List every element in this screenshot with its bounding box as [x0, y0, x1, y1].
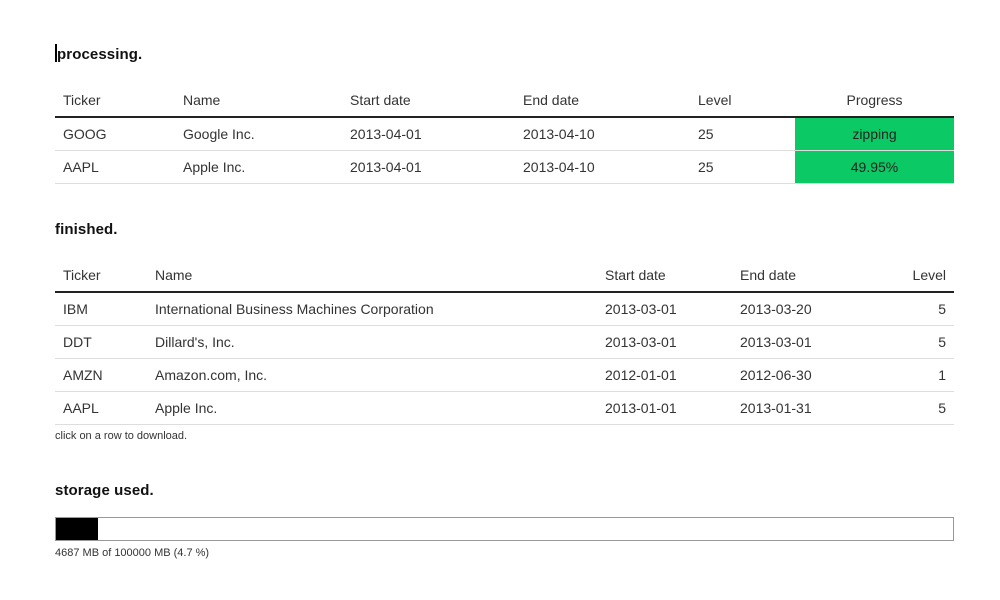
cell-end-date: 2013-03-01: [732, 326, 867, 359]
cell-end-date: 2013-01-31: [732, 392, 867, 425]
cell-name: Google Inc.: [175, 117, 342, 151]
table-row-download[interactable]: DDT Dillard's, Inc. 2013-03-01 2013-03-0…: [55, 326, 954, 359]
processing-heading-label: processing.: [57, 46, 142, 63]
cell-level: 5: [867, 292, 954, 326]
cell-name: Amazon.com, Inc.: [147, 359, 597, 392]
page: processing. Ticker Name Start date End d…: [55, 44, 954, 560]
cell-ticker: AMZN: [55, 359, 147, 392]
finished-heading: finished.: [55, 223, 954, 237]
processing-heading: processing.: [55, 44, 954, 62]
cell-name: Apple Inc.: [147, 392, 597, 425]
storage-caption: 4687 MB of 100000 MB (4.7 %): [55, 547, 954, 560]
finished-header-row: Ticker Name Start date End date Level: [55, 259, 954, 292]
table-row: AAPL Apple Inc. 2013-04-01 2013-04-10 25…: [55, 151, 954, 184]
col-end-date: End date: [732, 259, 867, 292]
cell-start-date: 2012-01-01: [597, 359, 732, 392]
col-level: Level: [690, 84, 795, 117]
cell-start-date: 2013-01-01: [597, 392, 732, 425]
col-progress: Progress: [795, 84, 954, 117]
col-start-date: Start date: [597, 259, 732, 292]
cell-start-date: 2013-03-01: [597, 292, 732, 326]
cell-start-date: 2013-04-01: [342, 117, 515, 151]
storage-progress-bar: [55, 517, 954, 541]
cell-end-date: 2012-06-30: [732, 359, 867, 392]
col-ticker: Ticker: [55, 84, 175, 117]
col-end-date: End date: [515, 84, 690, 117]
table-row-download[interactable]: AMZN Amazon.com, Inc. 2012-01-01 2012-06…: [55, 359, 954, 392]
processing-header-row: Ticker Name Start date End date Level Pr…: [55, 84, 954, 117]
col-start-date: Start date: [342, 84, 515, 117]
col-name: Name: [175, 84, 342, 117]
download-hint: click on a row to download.: [55, 430, 954, 443]
cell-end-date: 2013-03-20: [732, 292, 867, 326]
storage-heading: storage used.: [55, 484, 954, 498]
progress-badge: 49.95%: [795, 151, 954, 184]
cell-ticker: DDT: [55, 326, 147, 359]
cell-end-date: 2013-04-10: [515, 117, 690, 151]
cell-level: 1: [867, 359, 954, 392]
cell-level: 5: [867, 392, 954, 425]
storage-fill: [56, 518, 98, 540]
cell-ticker: IBM: [55, 292, 147, 326]
processing-table: Ticker Name Start date End date Level Pr…: [55, 84, 954, 184]
cell-name: International Business Machines Corporat…: [147, 292, 597, 326]
cell-ticker: AAPL: [55, 392, 147, 425]
cell-name: Dillard's, Inc.: [147, 326, 597, 359]
cell-ticker: GOOG: [55, 117, 175, 151]
cell-level: 25: [690, 117, 795, 151]
progress-badge: zipping: [795, 117, 954, 151]
cell-start-date: 2013-03-01: [597, 326, 732, 359]
table-row-download[interactable]: IBM International Business Machines Corp…: [55, 292, 954, 326]
cell-start-date: 2013-04-01: [342, 151, 515, 184]
cell-name: Apple Inc.: [175, 151, 342, 184]
col-ticker: Ticker: [55, 259, 147, 292]
cell-level: 25: [690, 151, 795, 184]
finished-table: Ticker Name Start date End date Level IB…: [55, 259, 954, 425]
table-row-download[interactable]: AAPL Apple Inc. 2013-01-01 2013-01-31 5: [55, 392, 954, 425]
col-name: Name: [147, 259, 597, 292]
cell-ticker: AAPL: [55, 151, 175, 184]
cell-level: 5: [867, 326, 954, 359]
table-row: GOOG Google Inc. 2013-04-01 2013-04-10 2…: [55, 117, 954, 151]
cell-end-date: 2013-04-10: [515, 151, 690, 184]
col-level: Level: [867, 259, 954, 292]
